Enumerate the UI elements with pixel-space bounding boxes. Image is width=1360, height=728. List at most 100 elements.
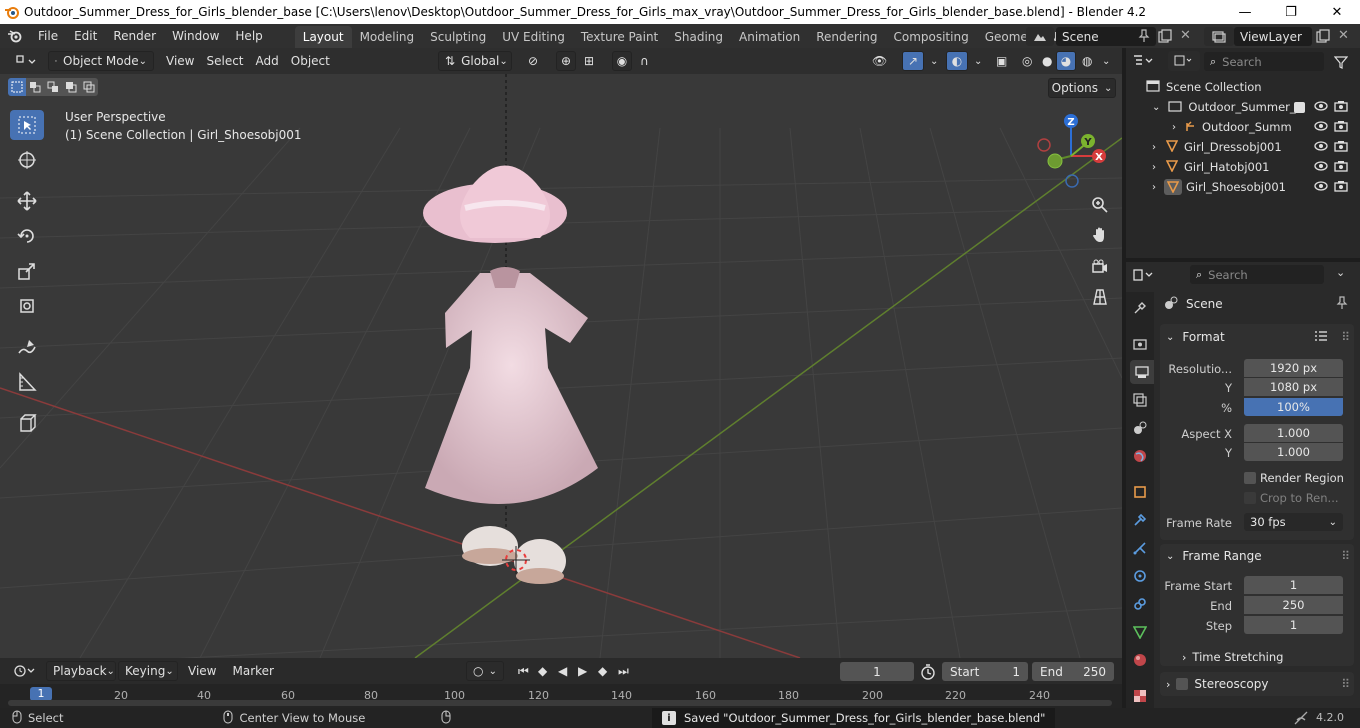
aspect-x-field[interactable]: 1.000 bbox=[1244, 424, 1343, 442]
frame-range-panel-header[interactable]: ⌄ Frame Range ⠿ bbox=[1162, 545, 1352, 567]
shoes-model[interactable] bbox=[462, 526, 566, 584]
tool-tab-icon[interactable] bbox=[1128, 296, 1152, 320]
outliner-row-scene-collection[interactable]: Scene Collection bbox=[1126, 77, 1360, 97]
menu-window[interactable]: Window bbox=[164, 24, 227, 48]
viewlayer-name-field[interactable]: ViewLayer bbox=[1234, 27, 1312, 46]
xray-toggle-icon[interactable]: ▣ bbox=[990, 51, 1013, 71]
editor-type-icon[interactable] bbox=[8, 51, 42, 71]
outliner-search-input[interactable]: ⌕ Search bbox=[1204, 52, 1324, 71]
world-tab-icon[interactable] bbox=[1128, 444, 1152, 468]
tab-modeling[interactable]: Modeling bbox=[352, 26, 423, 48]
playhead-indicator[interactable]: 1 bbox=[30, 687, 52, 701]
cursor-tool-icon[interactable] bbox=[10, 145, 44, 175]
select-subtract-icon[interactable] bbox=[44, 78, 62, 96]
3d-viewport[interactable]: Z X Y Object Mode ⌄ View Select Add Obje… bbox=[0, 48, 1122, 658]
transform-orientation-selector[interactable]: ⇅ Global ⌄ bbox=[438, 51, 512, 71]
expand-right-icon[interactable]: › bbox=[1152, 182, 1156, 193]
outliner-row-dress[interactable]: › Girl_Dressobj001 bbox=[1126, 137, 1360, 157]
keying-menu[interactable]: Keying ⌄ bbox=[118, 661, 178, 681]
tab-compositing[interactable]: Compositing bbox=[885, 26, 976, 48]
output-tab-icon[interactable] bbox=[1130, 360, 1154, 384]
tab-layout[interactable]: Layout bbox=[294, 26, 352, 48]
outliner-row-shoes[interactable]: › Girl_Shoesobj001 bbox=[1126, 177, 1360, 197]
delete-scene-icon[interactable]: ✕ bbox=[1180, 28, 1191, 43]
menu-edit[interactable]: Edit bbox=[66, 24, 105, 48]
menu-select[interactable]: Select bbox=[200, 51, 249, 71]
menu-file[interactable]: File bbox=[30, 24, 66, 48]
scale-tool-icon[interactable] bbox=[10, 256, 44, 286]
camera-render-icon[interactable] bbox=[1334, 120, 1348, 135]
expand-right-icon[interactable]: › bbox=[1172, 122, 1176, 133]
stereoscopy-panel-header[interactable]: › Stereoscopy ⠿ bbox=[1162, 673, 1352, 695]
use-preview-range-icon[interactable] bbox=[920, 664, 936, 683]
resolution-y-field[interactable]: 1080 px bbox=[1244, 378, 1343, 396]
perspective-toggle-icon[interactable] bbox=[1087, 284, 1113, 310]
end-frame-field[interactable]: End 250 bbox=[1032, 662, 1114, 681]
blender-menu-icon[interactable] bbox=[0, 29, 30, 43]
crop-to-render-checkbox[interactable] bbox=[1244, 492, 1256, 504]
current-frame-field[interactable]: 1 bbox=[840, 662, 914, 681]
camera-render-icon[interactable] bbox=[1334, 100, 1348, 115]
visibility-icon[interactable]: 👁 bbox=[866, 51, 893, 71]
play-reverse-icon[interactable]: ◀ bbox=[552, 661, 573, 681]
camera-view-icon[interactable] bbox=[1087, 254, 1113, 280]
outliner-editor-type-icon[interactable] bbox=[1132, 51, 1162, 71]
physics-tab-icon[interactable] bbox=[1128, 564, 1152, 588]
add-cube-tool-icon[interactable] bbox=[10, 408, 44, 438]
chevron-down-icon[interactable]: ⌄ bbox=[1096, 51, 1116, 71]
frame-step-field[interactable]: 1 bbox=[1244, 616, 1343, 634]
dress-model[interactable] bbox=[425, 267, 598, 504]
move-tool-icon[interactable] bbox=[10, 186, 44, 216]
drag-handle-icon[interactable]: ⠿ bbox=[1341, 330, 1350, 344]
properties-editor-type-icon[interactable] bbox=[1132, 265, 1162, 285]
tab-rendering[interactable]: Rendering bbox=[808, 26, 885, 48]
modifier-tab-icon[interactable] bbox=[1128, 508, 1152, 532]
presets-list-icon[interactable] bbox=[1314, 330, 1328, 345]
resolution-x-field[interactable]: 1920 px bbox=[1244, 359, 1343, 377]
chevron-down-icon[interactable]: ⌄ bbox=[924, 51, 944, 71]
pan-hand-icon[interactable] bbox=[1087, 222, 1113, 248]
annotate-tool-icon[interactable] bbox=[10, 332, 44, 362]
expand-down-icon[interactable]: ⌄ bbox=[1152, 102, 1160, 113]
menu-help[interactable]: Help bbox=[227, 24, 270, 48]
outliner-row-hat[interactable]: › Girl_Hatobj001 bbox=[1126, 157, 1360, 177]
expand-right-icon[interactable]: › bbox=[1152, 142, 1156, 153]
minimize-button[interactable]: — bbox=[1222, 0, 1268, 24]
measure-tool-icon[interactable] bbox=[10, 367, 44, 397]
eye-icon[interactable] bbox=[1314, 180, 1328, 194]
camera-render-icon[interactable] bbox=[1334, 180, 1348, 195]
time-stretching-subpanel[interactable]: › Time Stretching bbox=[1182, 646, 1342, 668]
eye-icon[interactable] bbox=[1314, 100, 1328, 114]
play-icon[interactable]: ▶ bbox=[572, 661, 593, 681]
view-layer-tab-icon[interactable] bbox=[1128, 388, 1152, 412]
tab-texture-paint[interactable]: Texture Paint bbox=[573, 26, 666, 48]
jump-keyframe-back-icon[interactable]: ◆ bbox=[532, 661, 553, 681]
camera-render-icon[interactable] bbox=[1334, 140, 1348, 155]
drag-handle-icon[interactable]: ⠿ bbox=[1341, 549, 1350, 563]
zoom-icon[interactable] bbox=[1087, 192, 1113, 218]
aspect-y-field[interactable]: 1.000 bbox=[1244, 443, 1343, 461]
constraints-tab-icon[interactable] bbox=[1128, 592, 1152, 616]
pin-icon[interactable] bbox=[1138, 29, 1150, 46]
chevron-down-icon[interactable]: ⌄ bbox=[1336, 266, 1345, 279]
select-new-icon[interactable] bbox=[8, 78, 26, 96]
expand-right-icon[interactable]: › bbox=[1152, 162, 1156, 173]
properties-search-input[interactable]: ⌕ Search bbox=[1190, 265, 1324, 284]
particles-tab-icon[interactable] bbox=[1128, 536, 1152, 560]
scene-selector-icon[interactable] bbox=[1026, 27, 1054, 46]
material-tab-icon[interactable] bbox=[1128, 648, 1152, 672]
frame-end-field[interactable]: 250 bbox=[1244, 596, 1343, 614]
data-tab-icon[interactable] bbox=[1128, 620, 1152, 644]
timeline-editor-type-icon[interactable] bbox=[8, 661, 42, 681]
camera-render-icon[interactable] bbox=[1334, 160, 1348, 175]
exclude-checkbox[interactable] bbox=[1294, 101, 1305, 113]
object-tab-icon[interactable] bbox=[1128, 480, 1152, 504]
resolution-percent-slider[interactable]: 100% bbox=[1244, 398, 1343, 416]
menu-add[interactable]: Add bbox=[250, 51, 285, 71]
tab-animation[interactable]: Animation bbox=[731, 26, 808, 48]
menu-view[interactable]: View bbox=[160, 51, 200, 71]
overlays-toggle-icon[interactable]: ◐ bbox=[946, 51, 968, 71]
tab-shading[interactable]: Shading bbox=[666, 26, 731, 48]
drag-handle-icon[interactable]: ⠿ bbox=[1341, 677, 1350, 691]
maximize-button[interactable]: ❐ bbox=[1268, 0, 1314, 24]
